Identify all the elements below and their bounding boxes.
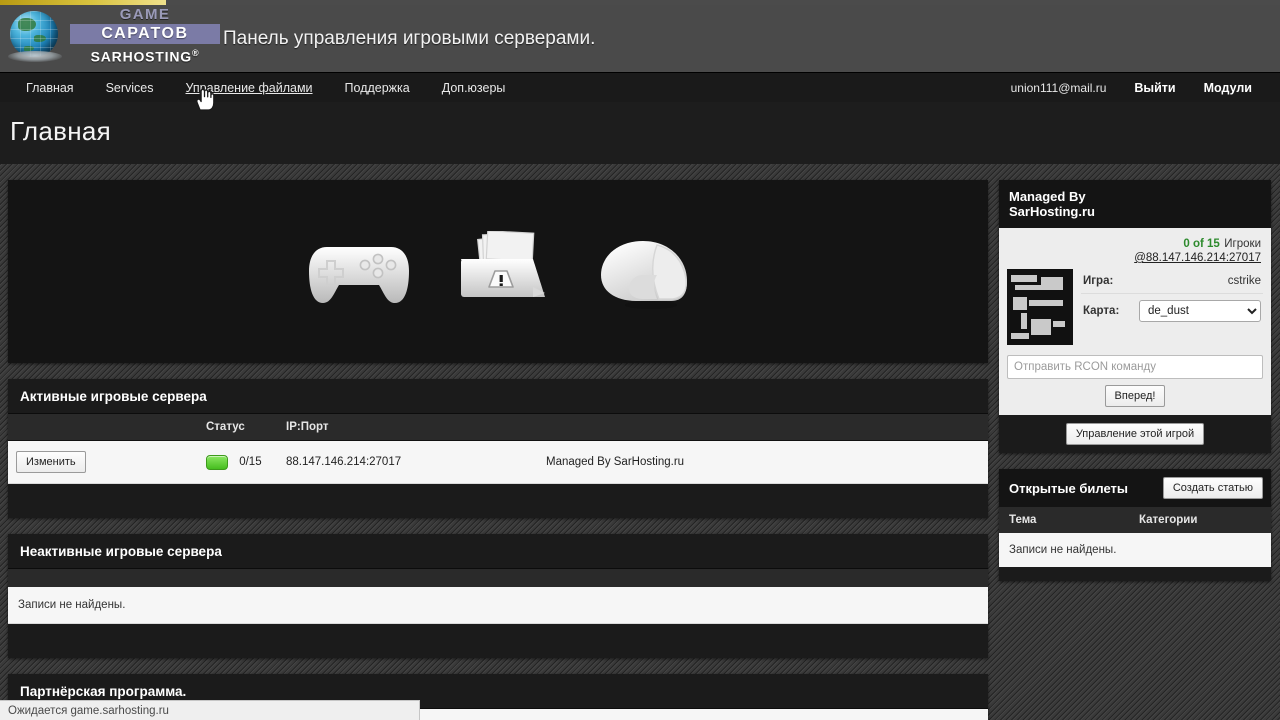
nav-item-extra-users[interactable]: Доп.юзеры [426, 73, 522, 103]
cell-ip-port: 88.147.146.214:27017 [278, 440, 538, 484]
open-tickets-footer [999, 567, 1271, 581]
managed-server-heading-line2: SarHosting.ru [1009, 204, 1095, 219]
rcon-submit-button[interactable]: Вперед! [1104, 385, 1166, 407]
status-badge-online [206, 454, 228, 470]
active-servers-table: Статус IP:Порт Изменить 0/15 88.147.146.… [8, 414, 988, 484]
map-label: Карта: [1083, 305, 1120, 317]
browser-viewport: GAME САРАТОВ SARHOSTING® Панель управлен… [0, 0, 1280, 720]
players-count: 0 of 15 [1183, 238, 1220, 250]
nav-item-file-management[interactable]: Управление файлами [170, 73, 329, 103]
brand-city-word: САРАТОВ [70, 24, 220, 44]
open-tickets-panel: Открытые билеты Создать статью Тема Кате… [999, 469, 1271, 581]
map-select[interactable]: de_dust [1139, 300, 1261, 322]
open-tickets-columns: Тема Категории [999, 507, 1271, 533]
brand-block: GAME САРАТОВ SARHOSTING® [70, 7, 220, 66]
inactive-servers-footer [8, 624, 988, 658]
brand-host-word: SARHOSTING® [90, 48, 200, 65]
col-topic: Тема [1009, 514, 1037, 526]
page-title: Главная [10, 116, 112, 146]
inactive-servers-panel: Неактивные игровые сервера Записи не най… [8, 534, 988, 658]
manage-game-button[interactable]: Управление этой игрой [1065, 423, 1205, 445]
edit-server-button[interactable]: Изменить [16, 451, 86, 473]
cell-action: Изменить [8, 440, 198, 484]
field-game: Игра: cstrike [1081, 269, 1263, 294]
game-label: Игра: [1083, 275, 1114, 287]
create-article-button[interactable]: Создать статью [1162, 477, 1263, 499]
modules-link[interactable]: Модули [1190, 81, 1266, 95]
managed-server-panel: Managed By SarHosting.ru 0 of 15 Игроки … [999, 180, 1271, 453]
map-thumbnail [1007, 269, 1073, 345]
managed-server-body: 0 of 15 Игроки @88.147.146.214:27017 Игр… [999, 228, 1271, 415]
gamepad-icon [309, 246, 409, 303]
nav-item-services[interactable]: Services [90, 73, 170, 103]
nav-item-home[interactable]: Главная [10, 73, 90, 103]
inactive-servers-heading: Неактивные игровые сервера [8, 534, 988, 569]
site-logo[interactable]: GAME САРАТОВ SARHOSTING® [0, 5, 220, 72]
cell-status: 0/15 [198, 440, 278, 484]
managed-server-details: Игра: cstrike Карта: de_dust [1007, 269, 1263, 345]
col-ip-port: IP:Порт [278, 414, 538, 441]
rcon-submit-wrap: Вперед! [1007, 385, 1263, 407]
logout-link[interactable]: Выйти [1120, 81, 1189, 95]
globe-icon [8, 11, 62, 62]
active-servers-panel: Активные игровые сервера Статус IP:Порт [8, 379, 988, 518]
navbar-left-group: Главная Services Управление файлами Подд… [0, 73, 521, 103]
page-body: Активные игровые сервера Статус IP:Порт [0, 164, 1280, 720]
open-tickets-empty: Записи не найдены. [999, 533, 1271, 567]
players-ratio: 0/15 [239, 456, 262, 469]
brand-game-word: GAME [119, 6, 171, 23]
browser-status-bar: Ожидается game.sarhosting.ru [0, 700, 420, 720]
active-servers-heading: Активные игровые сервера [8, 379, 988, 414]
col-categories: Категории [1139, 514, 1198, 526]
managed-server-heading-line1: Managed By [1009, 189, 1086, 204]
table-header-row: Статус IP:Порт [8, 414, 988, 441]
server-ip-link[interactable]: @88.147.146.214:27017 [1007, 251, 1261, 265]
rcon-area: Вперед! [1007, 355, 1263, 407]
active-servers-footer [8, 484, 988, 518]
helmet-icon [601, 240, 687, 309]
navbar-right-group: union111@mail.ru Выйти Модули [997, 81, 1280, 95]
players-word: Игроки [1224, 238, 1261, 250]
account-email[interactable]: union111@mail.ru [997, 81, 1121, 95]
main-navbar: Главная Services Управление файлами Подд… [0, 72, 1280, 102]
open-tickets-heading: Открытые билеты [1009, 480, 1128, 496]
open-tickets-header: Открытые билеты Создать статью [999, 469, 1271, 507]
inactive-servers-column-strip [8, 569, 988, 587]
managed-server-footer: Управление этой игрой [999, 415, 1271, 453]
masthead: GAME САРАТОВ SARHOSTING® Панель управлен… [0, 5, 1280, 72]
inactive-servers-empty: Записи не найдены. [8, 587, 988, 624]
field-map: Карта: de_dust [1081, 294, 1263, 328]
folder-warning-icon [461, 230, 545, 297]
hero-banner [8, 180, 988, 363]
managed-server-fields: Игра: cstrike Карта: de_dust [1081, 269, 1263, 345]
managed-server-heading: Managed By SarHosting.ru [999, 180, 1271, 228]
table-row: Изменить 0/15 88.147.146.214:27017 Manag… [8, 440, 988, 484]
col-managed-by [538, 414, 988, 441]
masthead-title: Панель управления игровыми серверами. [223, 27, 596, 49]
page-title-band: Главная [0, 102, 1280, 164]
players-summary: 0 of 15 Игроки @88.147.146.214:27017 [1007, 236, 1263, 269]
cell-managed-by: Managed By SarHosting.ru [538, 440, 988, 484]
rcon-input[interactable] [1007, 355, 1263, 379]
col-status: Статус [198, 414, 278, 441]
main-column: Активные игровые сервера Статус IP:Порт [8, 180, 988, 720]
nav-item-support[interactable]: Поддержка [329, 73, 426, 103]
sidebar-column: Managed By SarHosting.ru 0 of 15 Игроки … [999, 180, 1271, 597]
col-action [8, 414, 198, 441]
game-value: cstrike [1227, 275, 1261, 287]
